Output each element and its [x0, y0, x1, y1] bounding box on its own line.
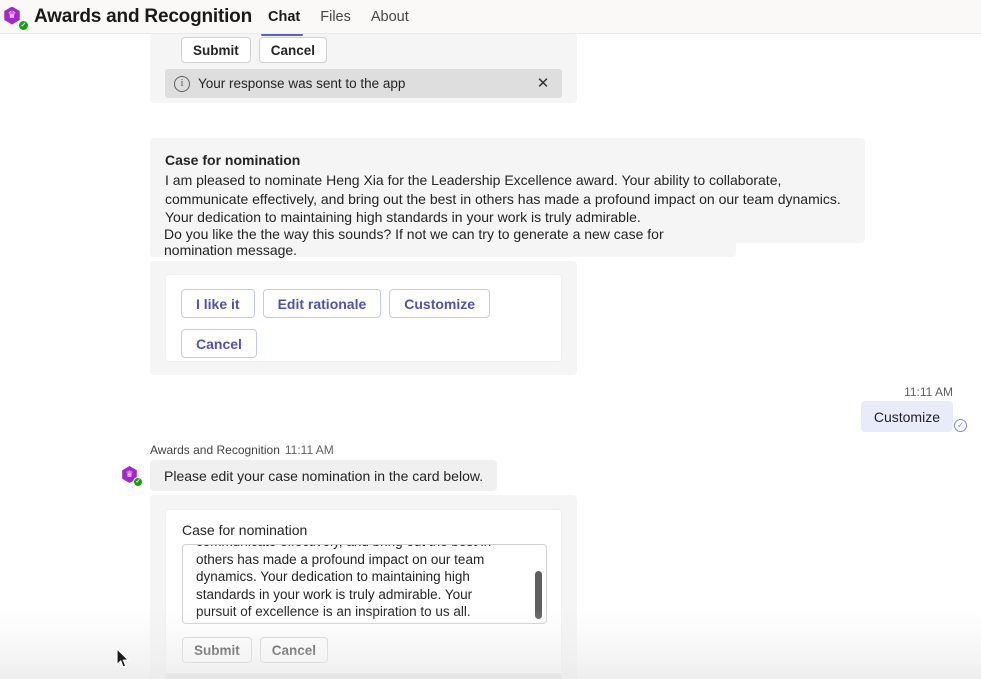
- incoming-sender-name: Awards and Recognition: [150, 443, 280, 457]
- i-like-it-button[interactable]: I like it: [181, 289, 255, 318]
- avatar: ♛ ✓: [121, 466, 143, 487]
- incoming-message-meta: Awards and Recognition 11:11 AM: [150, 443, 334, 457]
- info-circle-icon: i: [174, 75, 190, 92]
- sent-check-circle-icon: ✓: [954, 419, 967, 432]
- close-icon[interactable]: ✕: [535, 76, 551, 92]
- chat-message-list[interactable]: Submit Cancel i Your response was sent t…: [0, 33, 981, 679]
- edit-card-container: Case for nomination communicate effectiv…: [150, 495, 577, 679]
- tab-chat[interactable]: Chat: [268, 9, 300, 25]
- incoming-message-text: Please edit your case nomination in the …: [164, 467, 484, 484]
- tab-files[interactable]: Files: [320, 9, 351, 25]
- notice-text: Your response was sent to the app: [198, 76, 406, 91]
- tab-about[interactable]: About: [371, 9, 409, 25]
- vertical-scrollbar-thumb[interactable]: [535, 571, 542, 619]
- textarea-content: communicate effectively, and bring out t…: [183, 545, 528, 621]
- header-tab-list: Chat Files About: [268, 9, 409, 25]
- edit-rationale-button[interactable]: Edit rationale: [262, 289, 382, 318]
- header-divider: [0, 33, 981, 34]
- case-nomination-textarea[interactable]: communicate effectively, and bring out t…: [182, 544, 547, 624]
- available-check-icon: ✓: [133, 477, 143, 487]
- bot-prompt-text: Do you like the the way this sounds? If …: [164, 226, 664, 258]
- clipped-card-above: Submit Cancel i Your response was sent t…: [150, 33, 577, 103]
- choice-button-row-2: Cancel: [181, 329, 561, 358]
- mouse-pointer-arrow: [116, 647, 131, 675]
- edit-card-label: Case for nomination: [182, 522, 308, 538]
- response-sent-notice-bottom: i Your response was sent to the app ✕: [165, 673, 562, 679]
- nomination-card-body: I am pleased to nominate Heng Xia for th…: [165, 172, 841, 226]
- app-avatar: ♛ ✓: [3, 6, 29, 31]
- choice-button-row-1: I like it Edit rationale Customize: [181, 289, 561, 318]
- outgoing-message-bubble[interactable]: Customize: [860, 401, 953, 432]
- edit-card-button-row: Submit Cancel: [182, 637, 561, 663]
- app-header: ♛ ✓ Awards and Recognition Chat Files Ab…: [0, 0, 981, 33]
- incoming-message-bubble: Please edit your case nomination in the …: [150, 460, 498, 491]
- available-check-icon: ✓: [18, 19, 29, 31]
- page-title: Awards and Recognition: [34, 5, 252, 27]
- cancel-button[interactable]: Cancel: [181, 329, 257, 358]
- outgoing-message-text: Customize: [873, 408, 940, 425]
- submit-button[interactable]: Submit: [182, 637, 252, 663]
- choice-card: I like it Edit rationale Customize Cance…: [165, 274, 562, 362]
- customize-button[interactable]: Customize: [389, 289, 491, 318]
- response-sent-notice-top: i Your response was sent to the app ✕: [165, 69, 562, 98]
- submit-button-top[interactable]: Submit: [181, 37, 251, 63]
- bot-prompt-bubble: Do you like the the way this sounds? If …: [150, 226, 736, 258]
- clipped-card-buttons: Submit Cancel: [181, 37, 328, 63]
- nomination-card-title: Case for nomination: [165, 152, 301, 168]
- textarea-value: has made a profound impact on our team d…: [196, 551, 485, 620]
- edit-card: Case for nomination communicate effectiv…: [165, 509, 562, 679]
- cancel-button-bottom[interactable]: Cancel: [259, 637, 329, 663]
- outgoing-timestamp: 11:11 AM: [904, 385, 953, 399]
- choice-card-container: I like it Edit rationale Customize Cance…: [150, 261, 577, 375]
- incoming-timestamp: 11:11 AM: [284, 443, 334, 457]
- cancel-button-top[interactable]: Cancel: [258, 37, 328, 63]
